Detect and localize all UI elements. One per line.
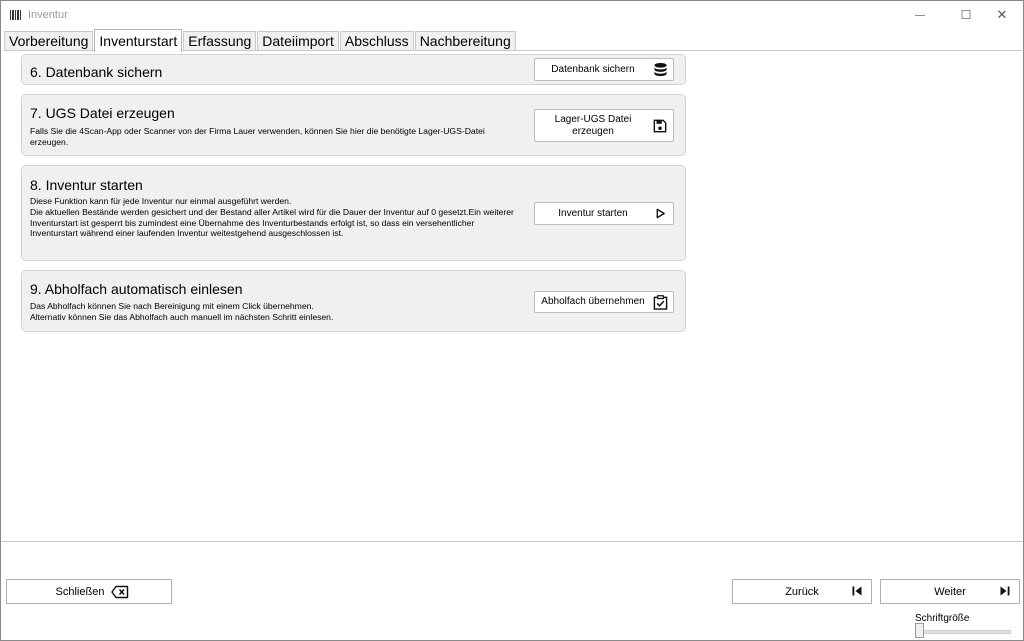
- tab-erfassung[interactable]: Erfassung: [183, 31, 257, 51]
- backup-database-button[interactable]: Datenbank sichern: [534, 58, 674, 81]
- minimize-button[interactable]: —: [897, 1, 943, 29]
- button-label: Datenbank sichern: [551, 63, 635, 75]
- clipboard-check-icon: [651, 294, 669, 310]
- button-label: Lager-UGS Datei erzeugen: [554, 113, 632, 137]
- button-label: Zurück: [785, 585, 819, 598]
- tab-abschluss[interactable]: Abschluss: [339, 31, 414, 51]
- import-pickup-shelf-button[interactable]: Abholfach übernehmen: [534, 291, 674, 313]
- section-title: 6. Datenbank sichern: [30, 64, 163, 80]
- section-description-1: Das Abholfach können Sie nach Bereinigun…: [30, 301, 314, 311]
- skip-forward-icon: [999, 585, 1011, 600]
- footer-divider: [1, 541, 1023, 542]
- play-icon: [651, 208, 669, 219]
- section-description-1: Diese Funktion kann für jede Inventur nu…: [30, 196, 292, 206]
- section-description-2: Alternativ können Sie das Abholfach auch…: [30, 312, 334, 322]
- title-bar: Inventur — ☐ ✕: [1, 1, 1023, 29]
- tab-strip: Vorbereitung Inventurstart Erfassung Dat…: [4, 29, 517, 52]
- button-label: Abholfach übernehmen: [541, 296, 645, 307]
- tab-nachbereitung[interactable]: Nachbereitung: [414, 31, 516, 51]
- create-ugs-file-button[interactable]: Lager-UGS Datei erzeugen: [534, 109, 674, 142]
- app-window: Inventur — ☐ ✕ Vorbereitung Inventurstar…: [0, 0, 1024, 641]
- button-label: Inventur starten: [558, 207, 628, 219]
- window-title: Inventur: [28, 9, 68, 21]
- save-icon: [651, 119, 669, 133]
- skip-back-icon: [851, 585, 863, 600]
- back-button[interactable]: Zurück: [732, 579, 872, 604]
- section-pickup-shelf: 9. Abholfach automatisch einlesen Das Ab…: [21, 270, 686, 332]
- next-button[interactable]: Weiter: [880, 579, 1020, 604]
- tab-inventurstart[interactable]: Inventurstart: [94, 29, 183, 52]
- start-inventory-button[interactable]: Inventur starten: [534, 202, 674, 225]
- maximize-icon: ☐: [960, 8, 972, 22]
- section-title: 8. Inventur starten: [30, 177, 143, 193]
- close-window-button[interactable]: ✕: [979, 1, 1024, 29]
- button-label: Schließen: [55, 585, 105, 598]
- section-description-2: Die aktuellen Bestände werden gesichert …: [30, 207, 514, 239]
- close-icon: ✕: [996, 7, 1008, 22]
- tab-content: 6. Datenbank sichern Datenbank sichern 7…: [4, 50, 1022, 541]
- section-description: Falls Sie die 4Scan-App oder Scanner von…: [30, 126, 485, 147]
- button-label: Weiter: [934, 585, 966, 598]
- section-backup: 6. Datenbank sichern Datenbank sichern: [21, 54, 686, 85]
- section-start-inventory: 8. Inventur starten Diese Funktion kann …: [21, 165, 686, 261]
- tab-vorbereitung[interactable]: Vorbereitung: [4, 31, 94, 51]
- tab-dateiimport[interactable]: Dateiimport: [257, 31, 339, 51]
- database-icon: [651, 62, 669, 77]
- close-button[interactable]: Schließen: [6, 579, 172, 604]
- section-ugs-file: 7. UGS Datei erzeugen Falls Sie die 4Sca…: [21, 94, 686, 156]
- font-size-slider[interactable]: [919, 630, 1011, 634]
- section-title: 9. Abholfach automatisch einlesen: [30, 281, 243, 297]
- minimize-icon: —: [915, 9, 925, 21]
- section-title: 7. UGS Datei erzeugen: [30, 105, 175, 121]
- font-size-slider-thumb[interactable]: [915, 623, 924, 638]
- barcode-icon: [10, 10, 21, 20]
- backspace-x-icon: [111, 585, 129, 602]
